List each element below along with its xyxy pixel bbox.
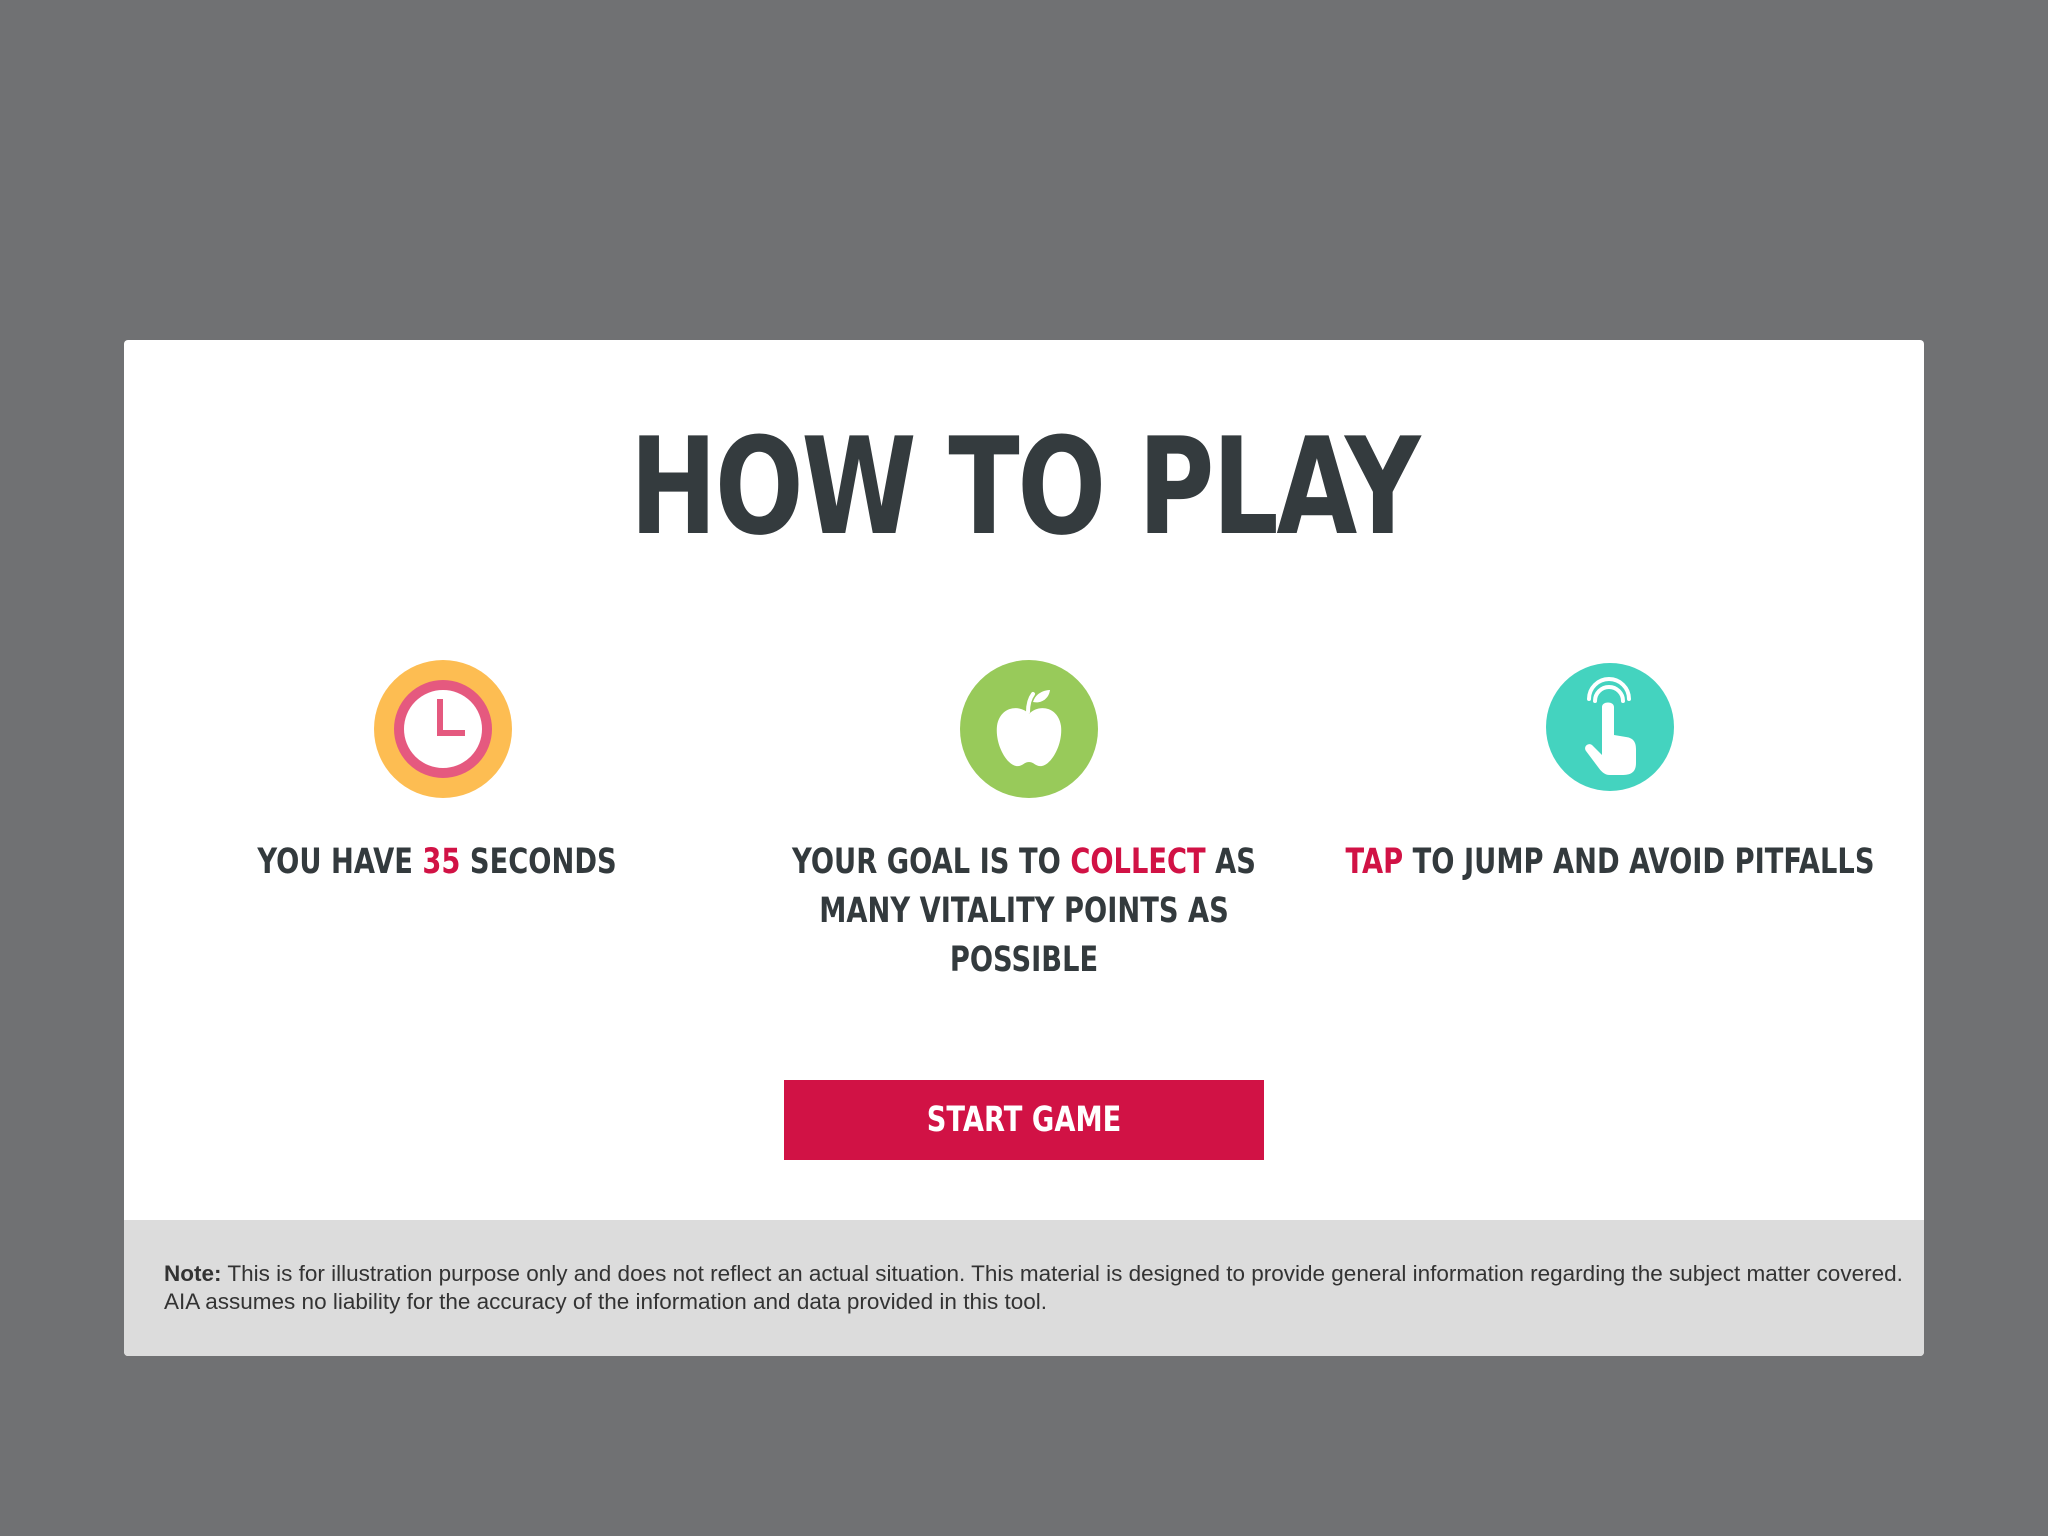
page-title: HOW TO PLAY — [629, 409, 1421, 565]
note-body: This is for illustration purpose only an… — [164, 1261, 1903, 1314]
disclaimer-note: Note: This is for illustration purpose o… — [124, 1220, 1924, 1356]
note-label: Note: — [164, 1261, 222, 1286]
apple-icon — [960, 660, 1098, 798]
tap-hand-icon — [1546, 663, 1674, 791]
start-game-button[interactable]: START GAME — [784, 1080, 1264, 1160]
note-text: Note: This is for illustration purpose o… — [164, 1260, 1904, 1316]
clock-icon — [374, 660, 512, 798]
step-text-before: YOU HAVE — [257, 842, 413, 882]
step-text-after: TO JUMP AND AVOID PITFALLS — [1412, 842, 1875, 882]
step-time-limit-text: YOU HAVE 35 SECONDS — [164, 838, 710, 887]
start-game-button-label: START GAME — [926, 1100, 1122, 1140]
step-controls-text: TAP TO JUMP AND AVOID PITFALLS — [1337, 838, 1883, 887]
time-highlight: 35 — [422, 842, 461, 882]
step-goal-text: YOUR GOAL IS TO COLLECT AS MANY VITALITY… — [751, 838, 1297, 985]
tap-highlight: TAP — [1345, 842, 1404, 882]
step-text-after: SECONDS — [469, 842, 617, 882]
step-text-before: YOUR GOAL IS TO — [792, 842, 1061, 882]
collect-highlight: COLLECT — [1070, 842, 1206, 882]
